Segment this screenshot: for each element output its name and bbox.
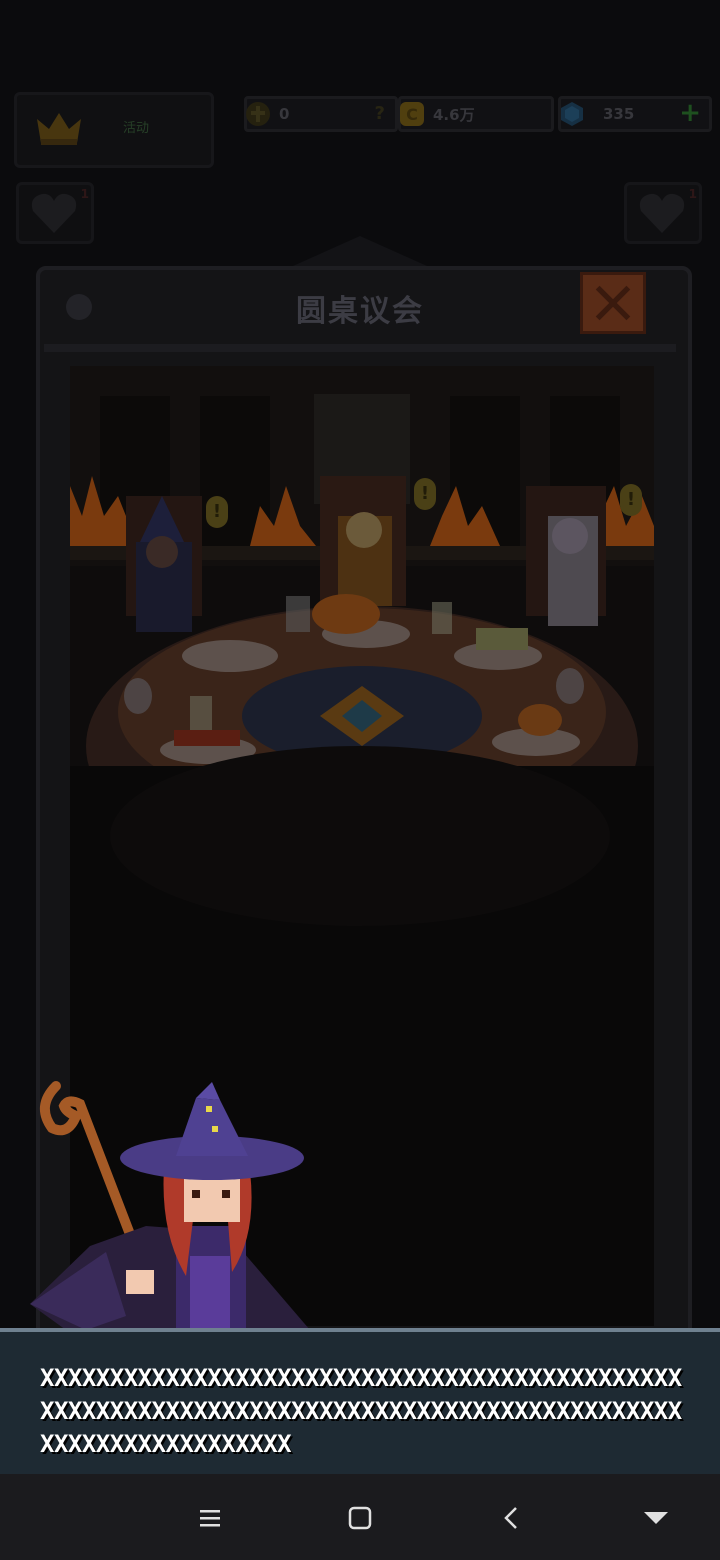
badge-value: 0 xyxy=(279,105,290,123)
svg-text:C: C xyxy=(406,105,418,124)
alert-icon[interactable]: ! xyxy=(206,496,228,528)
badge-icon xyxy=(246,102,270,126)
heart-right-count: 1 xyxy=(688,187,697,201)
hide-keyboard-icon[interactable] xyxy=(636,1500,676,1536)
heart-icon xyxy=(639,193,685,233)
back-icon[interactable] xyxy=(492,1500,532,1536)
heart-left-count: 1 xyxy=(80,187,89,201)
crown-icon xyxy=(37,113,81,145)
gold-resource: C 4.6万 xyxy=(398,96,554,132)
gem-value: 335 xyxy=(603,105,635,123)
gold-coin-icon: C xyxy=(400,102,424,126)
menu-icon[interactable] xyxy=(190,1500,230,1536)
gold-value: 4.6万 xyxy=(433,105,475,124)
modal-title-divider xyxy=(44,344,676,352)
badge-resource[interactable]: 0 ? xyxy=(244,96,398,132)
gem-resource: 335 + xyxy=(558,96,712,132)
modal-top-ornament xyxy=(284,236,436,270)
heart-icon xyxy=(31,193,77,233)
event-button[interactable]: 活动 xyxy=(14,92,214,168)
system-navigation-bar xyxy=(0,1474,720,1560)
alert-icon[interactable]: ! xyxy=(414,478,436,510)
dialog-text: XXXXXXXXXXXXXXXXXXXXXXXXXXXXXXXXXXXXXXXX… xyxy=(40,1364,682,1458)
gem-icon xyxy=(561,102,583,126)
event-label: 活动 xyxy=(123,121,150,136)
alert-icon[interactable]: ! xyxy=(620,484,642,516)
help-icon[interactable]: ? xyxy=(375,103,385,124)
close-button[interactable] xyxy=(580,272,646,334)
witch-character xyxy=(30,1081,310,1333)
heart-button-right[interactable]: 1 xyxy=(624,182,702,244)
add-gem-button[interactable]: + xyxy=(679,99,701,127)
close-icon xyxy=(595,285,631,321)
home-icon[interactable] xyxy=(340,1500,380,1536)
heart-button-left[interactable]: 1 xyxy=(16,182,94,244)
